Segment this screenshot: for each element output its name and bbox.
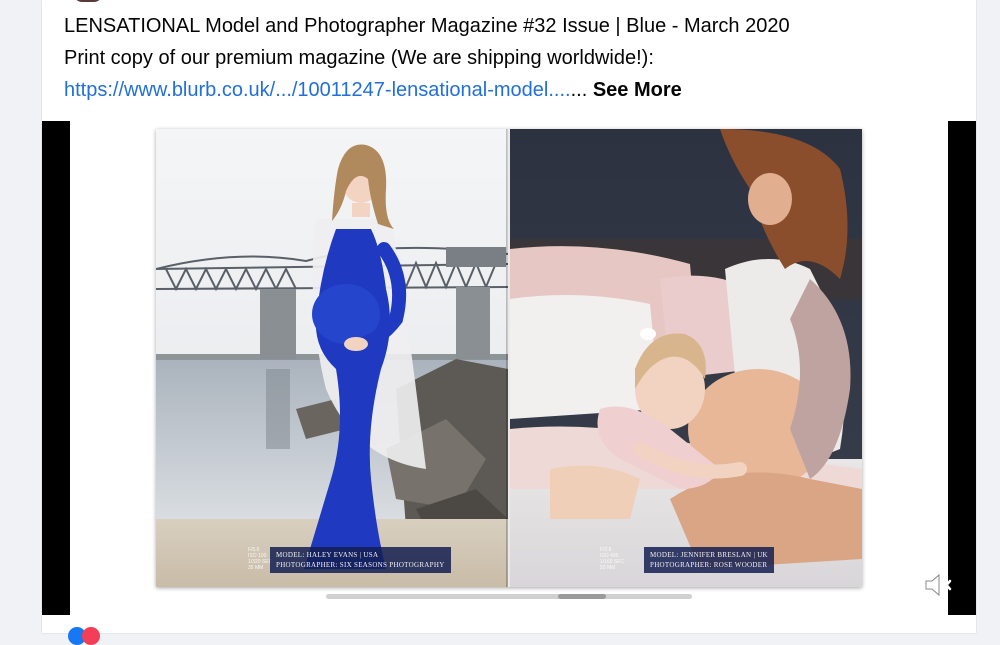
video-frame: F/5.6 ISO 100 1/320 SEC 35 MM Model: Hal… (70, 121, 948, 615)
post-message: LENSATIONAL Model and Photographer Magaz… (64, 10, 964, 106)
magazine-page-left: F/5.6 ISO 100 1/320 SEC 35 MM Model: Hal… (156, 129, 508, 587)
exif-left: F/5.6 ISO 100 1/320 SEC 35 MM (248, 547, 273, 571)
post-title: LENSATIONAL Model and Photographer Magaz… (64, 15, 790, 37)
post-card: LENSATIONAL Model and Photographer Magaz… (42, 0, 976, 645)
exif-right: F/2.8 ISO 400 1/160 SEC 50 MM (600, 547, 625, 571)
post-description: Print copy of our premium magazine (We a… (64, 47, 654, 69)
photo-credit-left: Model: Haley Evans | USA Photographer: S… (270, 547, 451, 573)
love-reaction-icon (82, 627, 100, 645)
photo-credit-right: Model: Jennifer Breslan | UK Photographe… (644, 547, 774, 573)
video-progress-bar[interactable] (326, 594, 692, 599)
see-more-button[interactable]: See More (593, 79, 682, 101)
magazine-link[interactable]: https://www.blurb.co.uk/.../10011247-len… (64, 79, 571, 101)
mute-button[interactable] (922, 569, 954, 601)
magazine-spread: F/5.6 ISO 100 1/320 SEC 35 MM Model: Hal… (156, 129, 862, 587)
video-progress-thumb[interactable] (558, 594, 606, 599)
link-ellipsis: ... (570, 79, 588, 101)
avatar[interactable] (74, 0, 102, 2)
video-player[interactable]: F/5.6 ISO 100 1/320 SEC 35 MM Model: Hal… (42, 121, 976, 615)
reaction-icons[interactable] (68, 627, 108, 645)
magazine-page-right: F/2.8 ISO 400 1/160 SEC 50 MM Model: Jen… (510, 129, 862, 587)
photographer-credit: Photographer: Rose Wooder (650, 561, 768, 569)
model-credit: Model: Jennifer Breslan | UK (650, 551, 768, 559)
mother-and-child-photo (510, 129, 862, 587)
photographer-credit: Photographer: Six Seasons Photography (276, 561, 445, 569)
pregnant-model-blue-dress-photo (156, 129, 508, 587)
speaker-muted-icon (925, 573, 952, 597)
post-link-line: https://www.blurb.co.uk/.../10011247-len… (64, 74, 964, 106)
model-credit: Model: Haley Evans | USA (276, 551, 379, 559)
